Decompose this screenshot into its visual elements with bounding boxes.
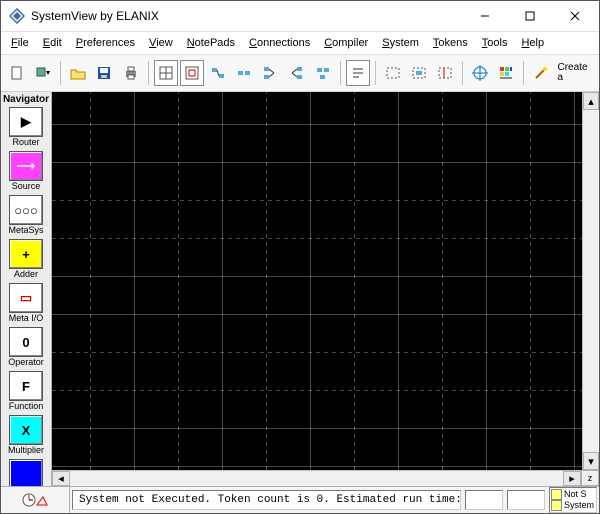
metaio-label: Meta I/O	[9, 314, 44, 323]
function-icon: F	[9, 371, 43, 401]
minimize-button[interactable]	[462, 2, 507, 30]
align-3-icon[interactable]	[258, 60, 282, 86]
print-button[interactable]	[119, 60, 143, 86]
scroll-left-icon[interactable]: ◂	[52, 471, 70, 486]
open-button[interactable]	[66, 60, 90, 86]
wand-icon[interactable]	[529, 60, 553, 86]
multiplier-label: Multiplier	[8, 446, 44, 455]
nav-metaio[interactable]: ▭Meta I/O	[8, 283, 44, 323]
dropdown-icon[interactable]	[31, 60, 55, 86]
menu-edit[interactable]: Edit	[37, 35, 68, 51]
marquee-1-icon[interactable]	[381, 60, 405, 86]
toolbar: Create a	[1, 55, 599, 92]
select-icon[interactable]	[180, 60, 204, 86]
menu-help[interactable]: Help	[515, 35, 550, 51]
source-label: Source	[12, 182, 41, 191]
grid-icon[interactable]	[154, 60, 178, 86]
scroll-up-icon[interactable]: ▴	[583, 92, 599, 110]
status-message: System not Executed. Token count is 0. E…	[72, 490, 461, 510]
target-icon[interactable]	[468, 60, 492, 86]
metasys-label: MetaSys	[8, 226, 43, 235]
source-icon: ⟶	[9, 151, 43, 181]
maximize-button[interactable]	[507, 2, 552, 30]
marquee-3-icon[interactable]	[433, 60, 457, 86]
menu-tools[interactable]: Tools	[476, 35, 514, 51]
nav-operator[interactable]: 0Operator	[8, 327, 44, 367]
extra-icon	[9, 459, 43, 489]
run-icon[interactable]	[1, 487, 70, 513]
operator-icon: 0	[9, 327, 43, 357]
vertical-scrollbar[interactable]: ▴ ▾	[582, 92, 599, 470]
nav-source[interactable]: ⟶Source	[8, 151, 44, 191]
adder-icon: +	[9, 239, 43, 269]
align-2-icon[interactable]	[232, 60, 256, 86]
router-icon: ▶	[9, 107, 43, 137]
window-title: SystemView by ELANIX	[31, 9, 462, 23]
scroll-right-icon[interactable]: ▸	[563, 471, 581, 486]
create-label[interactable]: Create a	[556, 63, 595, 83]
scroll-down-icon[interactable]: ▾	[583, 452, 599, 470]
zoom-indicator[interactable]: z	[581, 470, 599, 486]
titlebar: SystemView by ELANIX	[1, 1, 599, 32]
horizontal-scrollbar[interactable]: ◂ ▸	[52, 470, 581, 486]
nav-router[interactable]: ▶Router	[8, 107, 44, 147]
align-1-icon[interactable]	[206, 60, 230, 86]
status-box-2	[507, 490, 545, 510]
status-bar: System not Executed. Token count is 0. E…	[1, 486, 599, 513]
new-button[interactable]	[5, 60, 29, 86]
nav-metasys[interactable]: ○○○MetaSys	[8, 195, 44, 235]
marquee-2-icon[interactable]	[407, 60, 431, 86]
menu-view[interactable]: View	[143, 35, 179, 51]
status-checks[interactable]: Not S System	[549, 487, 597, 513]
menu-system[interactable]: System	[376, 35, 425, 51]
app-icon	[9, 8, 25, 24]
nav-function[interactable]: FFunction	[8, 371, 44, 411]
nav-adder[interactable]: +Adder	[8, 239, 44, 279]
router-label: Router	[12, 138, 39, 147]
adder-label: Adder	[14, 270, 38, 279]
navigator-panel: Navigator ▶Router ⟶Source ○○○MetaSys +Adder…	[1, 92, 52, 486]
menu-notepads[interactable]: NotePads	[181, 35, 241, 51]
design-canvas[interactable]	[52, 92, 582, 470]
navigator-title: Navigator	[3, 94, 49, 105]
close-button[interactable]	[552, 2, 597, 30]
menu-file[interactable]: File	[5, 35, 35, 51]
menu-tokens[interactable]: Tokens	[427, 35, 474, 51]
text-icon[interactable]	[346, 60, 370, 86]
metasys-icon: ○○○	[9, 195, 43, 225]
operator-label: Operator	[8, 358, 44, 367]
nav-multiplier[interactable]: XMultiplier	[8, 415, 44, 455]
save-button[interactable]	[92, 60, 116, 86]
menu-connections[interactable]: Connections	[243, 35, 316, 51]
multiplier-icon: X	[9, 415, 43, 445]
metaio-icon: ▭	[9, 283, 43, 313]
palette-icon[interactable]	[494, 60, 518, 86]
menu-compiler[interactable]: Compiler	[318, 35, 374, 51]
align-5-icon[interactable]	[311, 60, 335, 86]
menu-preferences[interactable]: Preferences	[70, 35, 141, 51]
status-box-1	[465, 490, 503, 510]
menubar: FileEditPreferencesViewNotePadsConnectio…	[1, 32, 599, 55]
function-label: Function	[9, 402, 44, 411]
align-4-icon[interactable]	[284, 60, 308, 86]
